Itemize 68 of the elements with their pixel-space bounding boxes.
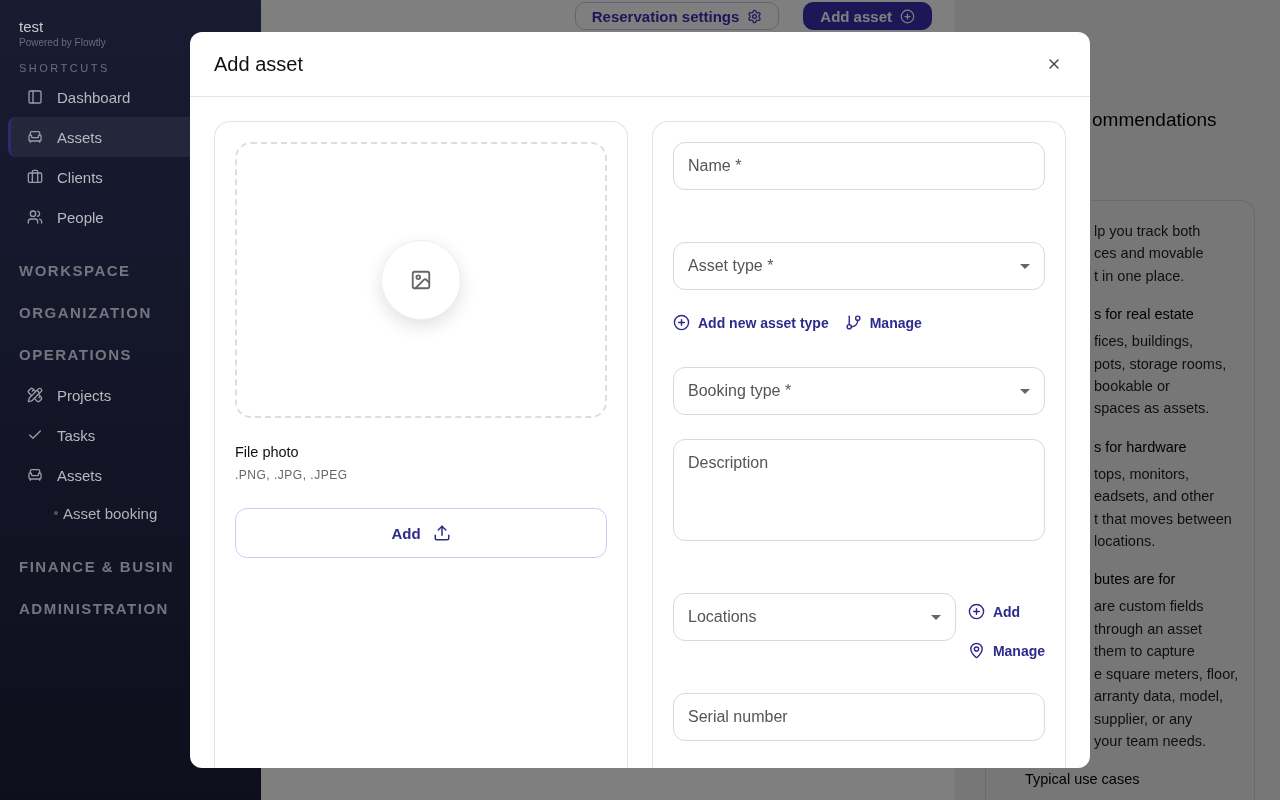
info-text: fices, buildings, <box>1094 332 1194 352</box>
upload-button[interactable]: Add <box>235 508 607 558</box>
section-title[interactable]: OPERATIONS <box>8 333 133 375</box>
section-title[interactable]: ADMINISTRATION <box>8 587 169 629</box>
info-text: lp you track both <box>1094 222 1201 241</box>
info-text: ces and movable <box>1094 244 1204 264</box>
map-pin-icon <box>967 642 985 659</box>
info-heading: butes are for <box>1094 570 1176 590</box>
nav-item[interactable]: People <box>8 197 253 237</box>
plus-circle-icon <box>900 8 915 24</box>
info-text: t that moves between <box>1094 509 1232 529</box>
link-button[interactable]: Manage <box>844 314 922 331</box>
panel-icon <box>27 89 43 105</box>
plus-circle-icon <box>673 314 690 331</box>
image-icon <box>410 269 432 291</box>
info-text: eadsets, and other <box>1094 487 1215 507</box>
section-title[interactable]: WORKSPACE <box>8 249 131 291</box>
info-text: arranty data, model, <box>1094 687 1223 707</box>
caret-icon <box>930 614 941 620</box>
info-text: bookable or <box>1094 377 1170 397</box>
info-text: t in one place. <box>1094 266 1185 286</box>
section-title[interactable]: FINANCE & BUSIN <box>8 545 174 587</box>
info-text: spaces as assets. <box>1094 399 1210 419</box>
file-types-hint: .PNG, .JPG, .JPEG <box>235 468 349 482</box>
chair-icon <box>27 129 43 145</box>
add-asset-button[interactable]: Add asset <box>803 2 932 30</box>
gear-icon <box>747 8 763 24</box>
info-text: are custom fields <box>1094 597 1204 617</box>
info-heading: s for hardware <box>1094 437 1187 457</box>
ruler-pencil-icon <box>27 387 43 403</box>
nav-item[interactable]: Clients <box>8 157 253 197</box>
link-button[interactable]: Manage <box>967 642 1045 659</box>
link-button[interactable]: Add new asset type <box>673 314 829 331</box>
powered-by-text: Powered by Flowtly <box>18 37 106 48</box>
info-heading: s for real estate <box>1094 305 1194 325</box>
link-button[interactable]: Add <box>967 603 1045 620</box>
info-text: your team needs. <box>1094 731 1207 751</box>
settings-button[interactable]: Reservation settings <box>574 2 780 30</box>
nav-item[interactable]: Projects <box>8 375 253 415</box>
select-field[interactable]: Locations <box>673 593 956 641</box>
caret-icon <box>1020 263 1030 269</box>
upload-label: File photo <box>235 444 300 460</box>
select-field[interactable]: Booking type * <box>673 367 1045 415</box>
panel-title: ommendations <box>1092 109 1218 131</box>
info-text: them to capture <box>1094 642 1195 662</box>
info-text: e square meters, floor, <box>1094 664 1239 684</box>
section-title: SHORTCUTS <box>18 62 110 74</box>
users-icon <box>27 209 43 225</box>
select-field[interactable]: Asset type * <box>673 242 1045 290</box>
text-field[interactable]: Name * <box>673 142 1045 190</box>
branch-icon <box>844 314 862 331</box>
caret-icon <box>1020 388 1030 394</box>
info-text: through an asset <box>1094 619 1203 639</box>
info-text: supplier, or any <box>1094 709 1193 729</box>
info-text: locations. <box>1094 532 1156 552</box>
briefcase-icon <box>27 169 43 185</box>
info-text: tops, monitors, <box>1094 464 1190 484</box>
text-field[interactable]: Serial number <box>673 693 1045 741</box>
modal-title: Add asset <box>214 52 303 76</box>
chair-icon <box>27 467 43 483</box>
info-heading: Typical use cases <box>1025 770 1140 790</box>
org-name: test <box>18 18 44 35</box>
nav-item[interactable]: Dashboard <box>8 77 253 117</box>
upload-icon <box>432 524 451 542</box>
textarea-field[interactable]: Description <box>673 439 1045 541</box>
section-title[interactable]: ORGANIZATION <box>8 291 152 333</box>
info-text: pots, storage rooms, <box>1094 354 1227 374</box>
plus-circle-icon <box>967 603 985 620</box>
